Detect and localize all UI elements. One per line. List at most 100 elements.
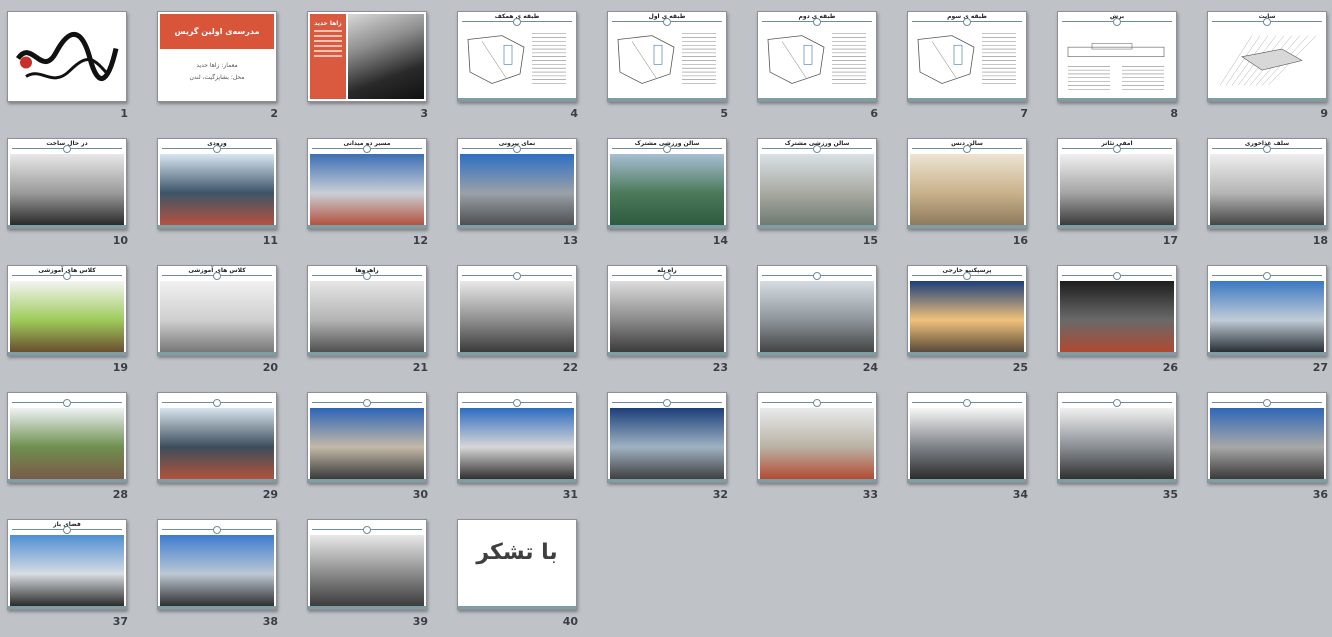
slide-thumbnail-cell[interactable]: سالن ورزشی مشترک 15 xyxy=(752,129,902,256)
title-ornament xyxy=(363,272,371,280)
slide-thumbnail[interactable]: سالن ورزشی مشترک xyxy=(607,138,727,229)
slide-thumbnail[interactable] xyxy=(7,11,127,102)
slide-thumbnail[interactable] xyxy=(1207,392,1327,483)
slide-thumbnail[interactable]: پرسپکتیو خارجی xyxy=(907,265,1027,356)
slide-thumbnail[interactable] xyxy=(157,392,277,483)
slide-thumbnail-cell[interactable]: 24 xyxy=(752,256,902,383)
slide-number: 1 xyxy=(120,107,128,120)
slide-thumbnail[interactable]: سلف غذاخوری xyxy=(1207,138,1327,229)
slide-photo xyxy=(1060,281,1174,352)
slide-thumbnail-cell[interactable]: مسیر دو میدانی 12 xyxy=(302,129,452,256)
slide-thumbnail-cell[interactable]: طبقه ی سوم 7 xyxy=(902,2,1052,129)
slide-thumbnail[interactable] xyxy=(457,392,577,483)
title-ornament xyxy=(813,18,821,26)
slide-thumbnail-cell[interactable]: 28 xyxy=(2,383,152,510)
slide-thumbnail[interactable] xyxy=(1207,265,1327,356)
slide-thumbnail[interactable]: سالن دنس xyxy=(907,138,1027,229)
slide-thumbnail-cell[interactable]: ورودی 11 xyxy=(152,129,302,256)
slide-thumbnail-cell[interactable]: 38 xyxy=(152,510,302,637)
slide-footer-bar xyxy=(1208,352,1326,355)
slide-thumbnail-cell[interactable]: 33 xyxy=(752,383,902,510)
slide-footer-bar xyxy=(608,225,726,228)
slide-thumbnail[interactable]: مسیر دو میدانی xyxy=(307,138,427,229)
slide-thumbnail[interactable]: طبقه ی اول xyxy=(607,11,727,102)
slide-thumbnail-cell[interactable]: امفی تئاتر 17 xyxy=(1052,129,1202,256)
slide-thumbnail[interactable] xyxy=(157,519,277,610)
slide-thumbnail[interactable]: فضای باز xyxy=(7,519,127,610)
slide-photo xyxy=(310,535,424,606)
slide-thumbnail[interactable]: طبقه ی همکف xyxy=(457,11,577,102)
slide-footer-bar xyxy=(1208,479,1326,482)
slide-thumbnail-cell[interactable]: 1 xyxy=(2,2,152,129)
slide-thumbnail-cell[interactable]: سلف غذاخوری 18 xyxy=(1202,129,1332,256)
slide-photo xyxy=(1210,408,1324,479)
slide-thumbnail-cell[interactable]: 31 xyxy=(452,383,602,510)
slide-thumbnail[interactable]: راهروها xyxy=(307,265,427,356)
slide-thumbnail[interactable] xyxy=(1057,392,1177,483)
slide-photo xyxy=(1060,154,1174,225)
slide-thumbnail-cell[interactable]: با تشکر 40 xyxy=(452,510,602,637)
slide-thumbnail-cell[interactable]: 30 xyxy=(302,383,452,510)
slide-thumbnail[interactable]: کلاس های آموزشی xyxy=(157,265,277,356)
slide-thumbnail[interactable]: ورودی xyxy=(157,138,277,229)
slide-thumbnail[interactable]: طبقه ی سوم xyxy=(907,11,1027,102)
slide-thumbnail[interactable]: کلاس های آموزشی xyxy=(7,265,127,356)
slide-footer-bar xyxy=(8,225,126,228)
slide-thumbnail-cell[interactable]: 32 xyxy=(602,383,752,510)
slide-thumbnail-cell[interactable]: زاها حدید 3 xyxy=(302,2,452,129)
slide-thumbnail[interactable] xyxy=(757,392,877,483)
slide-thumbnail-cell[interactable]: نمای بیرونی 13 xyxy=(452,129,602,256)
slide-thumbnail[interactable] xyxy=(307,392,427,483)
slide-title: زاها حدید xyxy=(314,20,342,27)
slide-footer-bar xyxy=(908,98,1026,101)
slide-thumbnail[interactable]: برش xyxy=(1057,11,1177,102)
slide-photo xyxy=(160,154,274,225)
slide-thumbnail[interactable] xyxy=(457,265,577,356)
slide-thumbnail-cell[interactable]: فضای باز 37 xyxy=(2,510,152,637)
slide-thumbnail[interactable]: با تشکر xyxy=(457,519,577,610)
slide-thumbnail-cell[interactable]: طبقه ی اول 5 xyxy=(602,2,752,129)
slide-thumbnail[interactable]: امفی تئاتر xyxy=(1057,138,1177,229)
slide-thumbnail[interactable]: سایت xyxy=(1207,11,1327,102)
slide-thumbnail-cell[interactable]: 22 xyxy=(452,256,602,383)
slide-thumbnail[interactable] xyxy=(757,265,877,356)
slide-thumbnail-cell[interactable]: 27 xyxy=(1202,256,1332,383)
slide-thumbnail[interactable]: در حال ساخت xyxy=(7,138,127,229)
slide-thumbnail-cell[interactable]: در حال ساخت 10 xyxy=(2,129,152,256)
slide-thumbnail-cell[interactable]: کلاس های آموزشی 19 xyxy=(2,256,152,383)
slide-thumbnail-cell[interactable]: برش 8 xyxy=(1052,2,1202,129)
slide-thumbnail-cell[interactable]: 34 xyxy=(902,383,1052,510)
slide-thumbnail-cell[interactable]: 39 xyxy=(302,510,452,637)
slide-thumbnail-cell[interactable]: 36 xyxy=(1202,383,1332,510)
slide-thumbnail-cell[interactable]: 29 xyxy=(152,383,302,510)
slide-thumbnail[interactable]: طبقه ی دوم xyxy=(757,11,877,102)
title-ornament xyxy=(663,145,671,153)
slide-thumbnail[interactable] xyxy=(307,519,427,610)
slide-thumbnail[interactable] xyxy=(1057,265,1177,356)
slide-thumbnail-cell[interactable]: طبقه ی همکف 4 xyxy=(452,2,602,129)
slide-thumbnail-cell[interactable]: سالن دنس 16 xyxy=(902,129,1052,256)
slide-thumbnail[interactable]: مدرسه‌ی اولین گریس معمار: زاها حدید محل: ب… xyxy=(157,11,277,102)
slide-thumbnail[interactable]: سالن ورزشی مشترک xyxy=(757,138,877,229)
slide-thumbnail-cell[interactable]: مدرسه‌ی اولین گریس معمار: زاها حدید محل: ب… xyxy=(152,2,302,129)
slide-thumbnail[interactable]: نمای بیرونی xyxy=(457,138,577,229)
slide-thumbnail-cell[interactable]: طبقه ی دوم 6 xyxy=(752,2,902,129)
slide-thumbnail[interactable]: زاها حدید xyxy=(307,11,427,102)
slide-thumbnail-cell[interactable]: 35 xyxy=(1052,383,1202,510)
slide-thumbnail-cell[interactable]: راهروها 21 xyxy=(302,256,452,383)
slide-thumbnail-cell[interactable]: راه پله 23 xyxy=(602,256,752,383)
slide-photo xyxy=(610,408,724,479)
slide-footer-bar xyxy=(308,225,426,228)
slide-thumbnail-cell[interactable]: سالن ورزشی مشترک 14 xyxy=(602,129,752,256)
slide-thumbnail[interactable] xyxy=(7,392,127,483)
slide-thumbnail[interactable] xyxy=(607,392,727,483)
slide-footer-bar xyxy=(458,352,576,355)
slide-thumbnail-cell[interactable]: کلاس های آموزشی 20 xyxy=(152,256,302,383)
slide-thumbnail[interactable]: راه پله xyxy=(607,265,727,356)
slide-thumbnail-cell[interactable]: پرسپکتیو خارجی 25 xyxy=(902,256,1052,383)
slide-photo xyxy=(460,281,574,352)
title-ornament xyxy=(513,145,521,153)
slide-thumbnail[interactable] xyxy=(907,392,1027,483)
slide-thumbnail-cell[interactable]: 26 xyxy=(1052,256,1202,383)
slide-thumbnail-cell[interactable]: سایت 9 xyxy=(1202,2,1332,129)
